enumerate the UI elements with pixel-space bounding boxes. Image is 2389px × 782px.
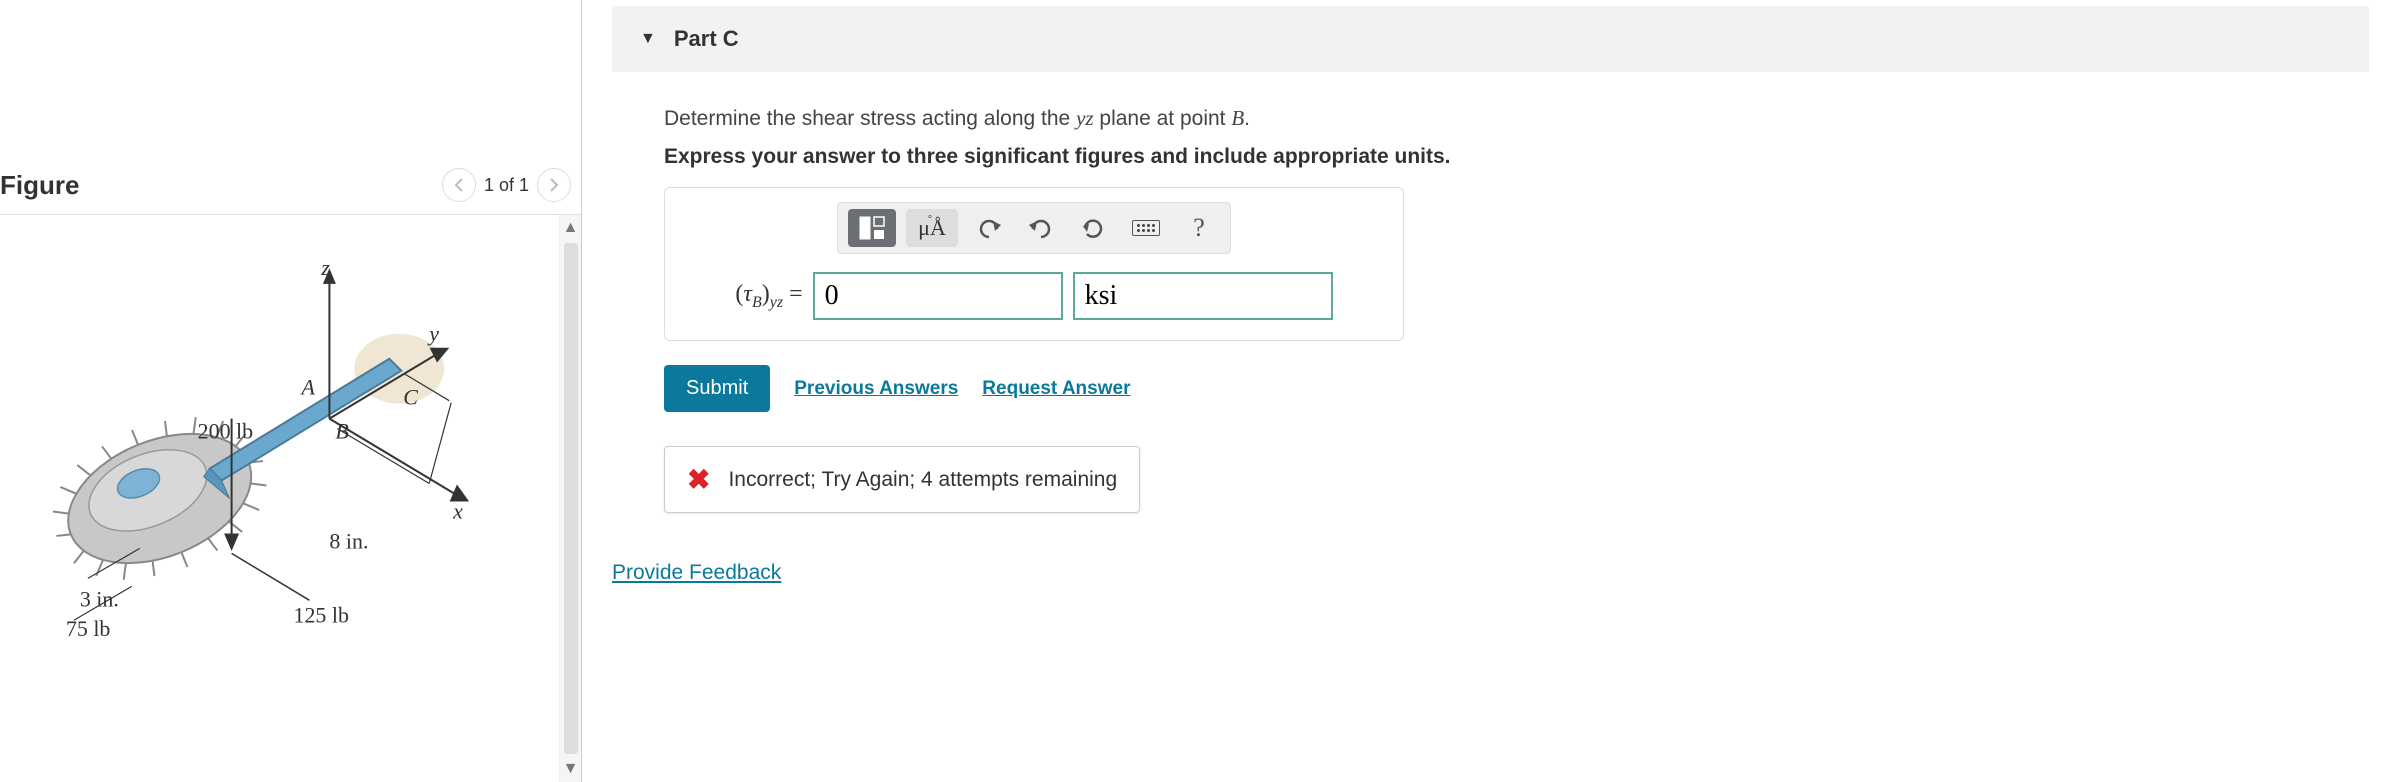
fraction-template-icon (858, 215, 886, 241)
point-c-label: C (403, 385, 418, 410)
figure-pager: 1 of 1 (442, 168, 571, 202)
figure-pager-text: 1 of 1 (484, 175, 529, 196)
request-answer-link[interactable]: Request Answer (982, 378, 1130, 400)
keyboard-button[interactable] (1124, 209, 1168, 247)
chevron-left-icon (454, 178, 464, 192)
incorrect-icon: ✖ (687, 463, 710, 496)
figure-title: Figure (0, 170, 79, 201)
keyboard-icon (1132, 220, 1160, 236)
previous-answers-link[interactable]: Previous Answers (794, 378, 958, 400)
dim-8in-label: 8 in. (329, 528, 368, 553)
q-point: B (1231, 106, 1244, 130)
q-mid: plane at point (1094, 107, 1232, 130)
equals: = (783, 281, 803, 307)
chevron-right-icon (549, 178, 559, 192)
redo-button[interactable] (1020, 209, 1062, 247)
var-greek: τ (743, 281, 752, 307)
template-button[interactable] (848, 209, 896, 247)
caret-down-icon: ▼ (640, 30, 656, 48)
force-125-label: 125 lb (293, 602, 349, 627)
figure-header: Figure 1 of 1 (0, 150, 581, 215)
var-sub2: yz (770, 293, 783, 310)
question-text: Determine the shear stress acting along … (664, 106, 2369, 131)
answer-input-row: (τB)yz = (679, 272, 1389, 320)
undo-icon (977, 217, 1001, 239)
force-75-label: 75 lb (66, 616, 111, 641)
axis-z-label: z (320, 255, 330, 280)
figure-prev-button[interactable] (442, 168, 476, 202)
submit-button[interactable]: Submit (664, 365, 770, 412)
scroll-down-icon[interactable]: ▼ (563, 760, 579, 778)
question-hint: Express your answer to three significant… (664, 145, 2369, 169)
units-button[interactable]: μÅ ° (906, 209, 958, 247)
axis-y-label: y (427, 321, 439, 346)
scroll-thumb[interactable] (564, 243, 578, 754)
force-200-label: 200 lb (198, 419, 254, 444)
feedback-message: Incorrect; Try Again; 4 attempts remaini… (728, 468, 1117, 492)
help-icon: ? (1193, 213, 1205, 243)
part-header[interactable]: ▼ Part C (612, 6, 2369, 72)
axis-x-label: x (452, 498, 463, 523)
figure-body: z y x A B C 200 lb 75 lb 125 lb 8 in. 3 … (0, 215, 581, 782)
figure-image: z y x A B C 200 lb 75 lb 125 lb 8 in. 3 … (0, 215, 559, 782)
figure-scrollbar[interactable]: ▲ ▼ (559, 215, 581, 782)
q-pre: Determine the shear stress acting along … (664, 107, 1076, 130)
scroll-up-icon[interactable]: ▲ (563, 219, 579, 237)
reset-button[interactable] (1072, 209, 1114, 247)
redo-icon (1029, 217, 1053, 239)
figure-next-button[interactable] (537, 168, 571, 202)
q-post: . (1244, 107, 1250, 130)
feedback-box: ✖ Incorrect; Try Again; 4 attempts remai… (664, 446, 1140, 513)
actions-row: Submit Previous Answers Request Answer (664, 365, 2369, 412)
variable-label: (τB)yz = (735, 281, 802, 312)
point-a-label: A (299, 375, 315, 400)
answer-toolbar: μÅ ° ? (837, 202, 1231, 254)
provide-feedback-link[interactable]: Provide Feedback (612, 561, 2369, 585)
unit-input[interactable] (1073, 272, 1333, 320)
var-sub1: B (752, 293, 762, 310)
undo-button[interactable] (968, 209, 1010, 247)
figure-panel: Figure 1 of 1 (0, 0, 582, 782)
question-panel: ▼ Part C Determine the shear stress acti… (582, 0, 2389, 782)
part-title: Part C (674, 26, 739, 52)
q-plane: yz (1076, 106, 1094, 130)
value-input[interactable] (813, 272, 1063, 320)
help-button[interactable]: ? (1178, 209, 1220, 247)
reset-icon (1081, 216, 1105, 240)
answer-widget: μÅ ° ? (τB)yz = (664, 187, 1404, 341)
dim-3in-label: 3 in. (80, 586, 119, 611)
units-label: μÅ (918, 215, 946, 241)
point-b-label: B (335, 419, 348, 444)
